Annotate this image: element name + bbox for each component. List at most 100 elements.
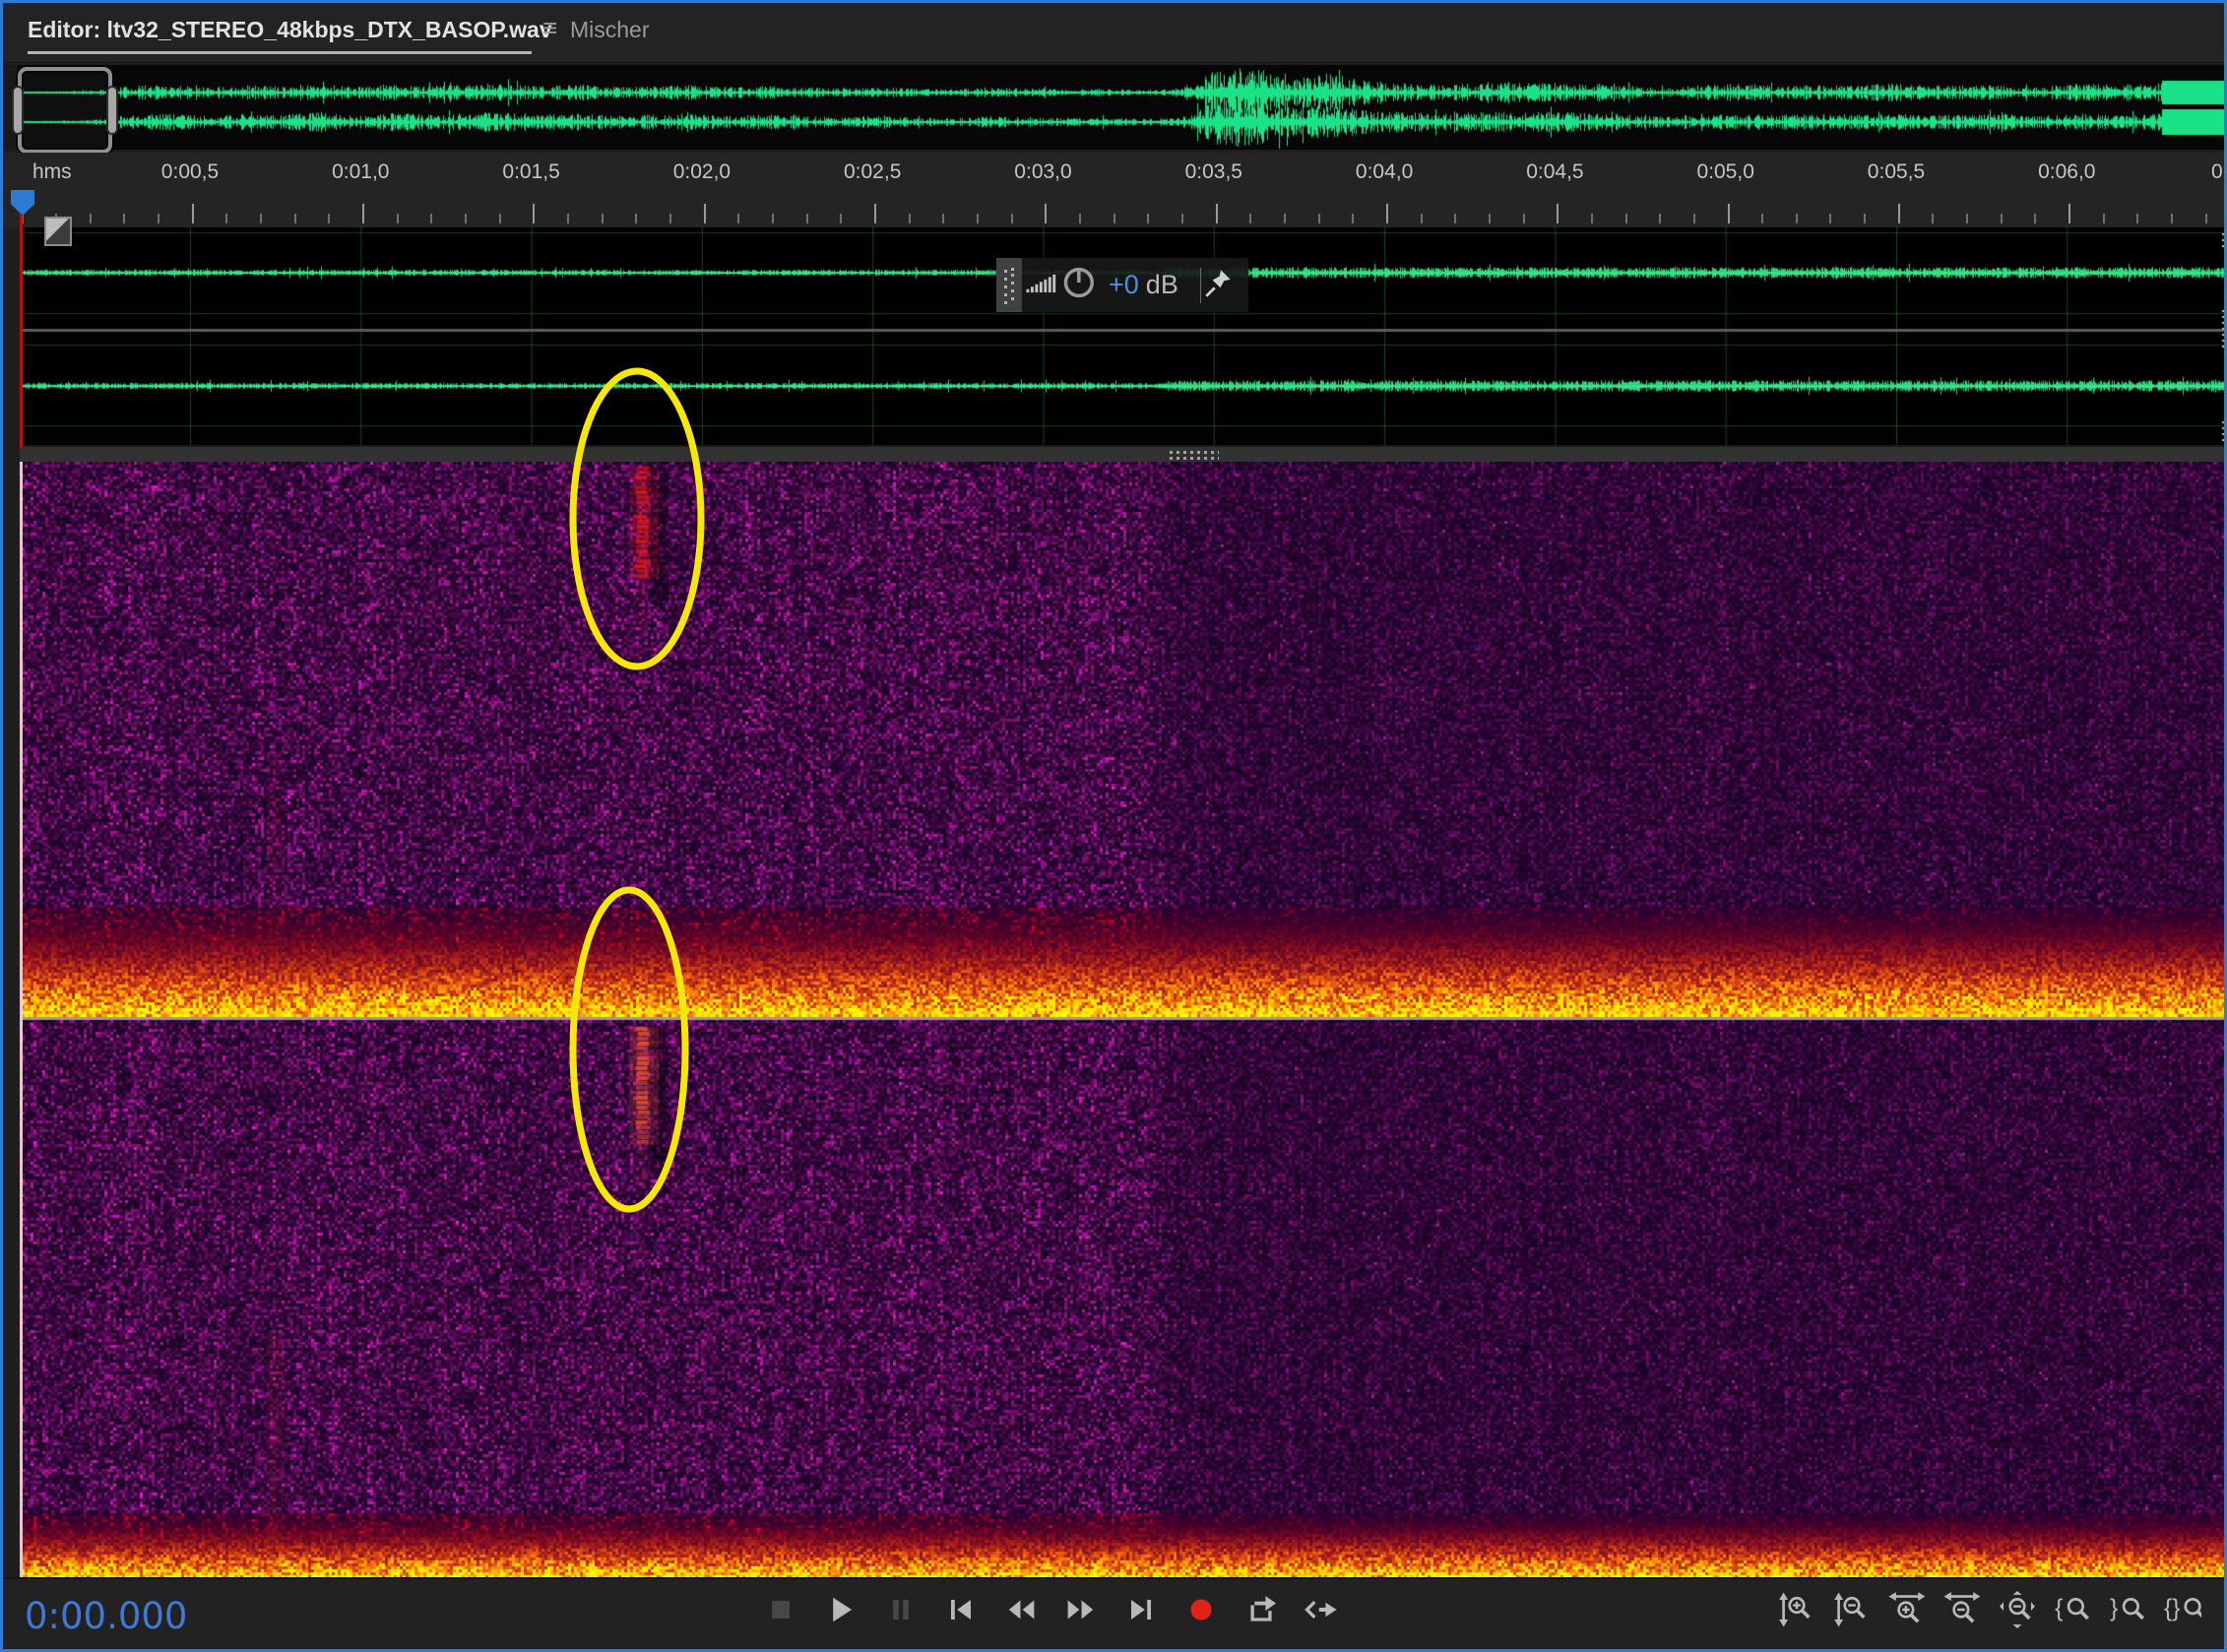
ruler-tick (1181, 214, 1183, 223)
zoom-in-vertical-button[interactable] (1775, 1589, 1818, 1632)
zoom-reset-icon (1999, 1591, 2036, 1631)
ruler-tick-label: 0:05,5 (1868, 160, 1925, 184)
zoom-out-vertical-button[interactable] (1830, 1589, 1874, 1632)
spectrogram-canvas[interactable] (22, 462, 2227, 1577)
ruler-tick (1216, 204, 1218, 223)
ruler-tick-label: 0:04,0 (1356, 160, 1413, 184)
hamburger-icon[interactable]: ≡ (542, 13, 557, 43)
skip-selection-icon (1302, 1590, 1341, 1632)
ruler-tick-label: 0:00,5 (161, 160, 219, 184)
ruler-tick (909, 214, 911, 223)
ruler-tick (602, 214, 604, 223)
gain-knob-icon[interactable] (1059, 262, 1101, 308)
ruler-tick (1352, 214, 1354, 223)
zoom-in-point-button[interactable]: { (2051, 1589, 2094, 1632)
ruler-tick (840, 214, 842, 223)
fade-handle-icon[interactable] (44, 217, 72, 246)
ruler-tick (2205, 214, 2207, 223)
tab-mixer[interactable]: Mischer (570, 17, 650, 43)
zoom-out-horizontal-button[interactable] (1941, 1589, 1984, 1632)
gain-value[interactable]: +0 (1109, 270, 1139, 300)
ruler-tick (430, 214, 432, 223)
ruler-tick-label: 0:05,0 (1696, 160, 1753, 184)
ruler-tick (1659, 214, 1661, 223)
timeline-ruler[interactable]: hms 0 0:00,50:01,00:01,50:02,00:02,50:03… (3, 153, 2227, 227)
ruler-tick (567, 214, 569, 223)
playhead-line (20, 214, 23, 448)
current-time-display[interactable]: 0:00.000 (25, 1595, 187, 1637)
ruler-tick (942, 214, 944, 223)
ruler-tick (2001, 214, 2003, 223)
splitter-grip-icon[interactable] (1170, 451, 1219, 461)
skip-to-start-button[interactable] (941, 1589, 981, 1632)
skip-to-end-button[interactable] (1121, 1589, 1161, 1632)
ruler-tick (123, 214, 125, 223)
ruler-tick (2068, 204, 2070, 223)
zoom-selection-icon: {} (2164, 1591, 2201, 1631)
gain-unit-label: dB (1146, 270, 1178, 300)
ruler-tick (1284, 214, 1286, 223)
ruler-tick (260, 214, 262, 223)
ruler-tick (1796, 214, 1798, 223)
stop-button[interactable] (761, 1589, 800, 1632)
active-tab-underline (28, 51, 532, 54)
zoom-selection-button[interactable]: {} (2161, 1589, 2204, 1632)
ruler-tick (1249, 214, 1251, 223)
loop-playback-icon (1241, 1590, 1281, 1632)
ruler-tick (1966, 214, 1968, 223)
skip-selection-button[interactable] (1302, 1589, 1341, 1632)
loop-playback-button[interactable] (1241, 1589, 1281, 1632)
ruler-tick-label: 0:03,0 (1014, 160, 1071, 184)
zoom-reset-button[interactable] (1996, 1589, 2039, 1632)
ruler-tick (1864, 214, 1866, 223)
audition-editor-window: Editor: ltv32_STEREO_48kbps_DTX_BASOP.wa… (0, 0, 2227, 1652)
fast-forward-icon (1061, 1590, 1101, 1632)
ruler-tick (1761, 214, 1763, 223)
pin-icon[interactable] (1201, 265, 1237, 305)
ruler-tick-label: 0:02,5 (844, 160, 901, 184)
ruler-tick (2136, 214, 2138, 223)
zoom-in-point-icon: { (2054, 1591, 2091, 1631)
ruler-tick (192, 204, 194, 223)
ruler-unit-label: hms (32, 160, 72, 184)
ruler-tick (362, 204, 364, 223)
pause-button[interactable] (881, 1589, 921, 1632)
ruler-tick (1079, 214, 1081, 223)
overview-strip[interactable] (3, 65, 2227, 150)
skip-to-end-icon (1121, 1590, 1161, 1632)
ruler-tick (1591, 214, 1593, 223)
play-button[interactable] (821, 1589, 860, 1632)
viewport-right-handle[interactable] (108, 88, 116, 133)
ruler-tick (158, 214, 159, 223)
ruler-tick (1829, 214, 1831, 223)
hud-drag-handle[interactable] (996, 258, 1022, 312)
ruler-tick (1728, 204, 1730, 223)
playhead-line-spectrogram (20, 462, 23, 1577)
svg-text:}: } (2110, 1595, 2118, 1621)
zoom-in-horizontal-button[interactable] (1885, 1589, 1929, 1632)
ruler-tick (737, 214, 739, 223)
record-button[interactable] (1181, 1589, 1221, 1632)
ruler-tick (533, 204, 535, 223)
overview-viewport-range[interactable] (18, 67, 112, 154)
rewind-button[interactable] (1001, 1589, 1041, 1632)
svg-text:{: { (2055, 1595, 2063, 1621)
fast-forward-button[interactable] (1061, 1589, 1101, 1632)
ruler-tick (465, 214, 467, 223)
volume-hud[interactable]: +0 dB (996, 258, 1248, 312)
zoom-in-horizontal-icon (1888, 1591, 1926, 1631)
zoom-out-point-button[interactable]: } (2106, 1589, 2149, 1632)
viewport-left-handle[interactable] (14, 88, 22, 133)
level-meter-icon (1022, 264, 1059, 306)
overview-waveform-canvas[interactable] (18, 65, 2227, 150)
drag-handle-dots-icon (1004, 267, 1014, 304)
tab-editor[interactable]: Editor: ltv32_STEREO_48kbps_DTX_BASOP.wa… (28, 17, 552, 43)
panel-tab-bar: Editor: ltv32_STEREO_48kbps_DTX_BASOP.wa… (3, 3, 2224, 63)
ruler-tick (772, 214, 774, 223)
zoom-out-point-icon: } (2109, 1591, 2146, 1631)
pause-icon (881, 1590, 921, 1632)
ruler-tick (1454, 214, 1456, 223)
svg-text:{}: {} (2164, 1595, 2180, 1621)
ruler-partial-label: 0 (2211, 160, 2223, 184)
ruler-tick (2171, 214, 2173, 223)
